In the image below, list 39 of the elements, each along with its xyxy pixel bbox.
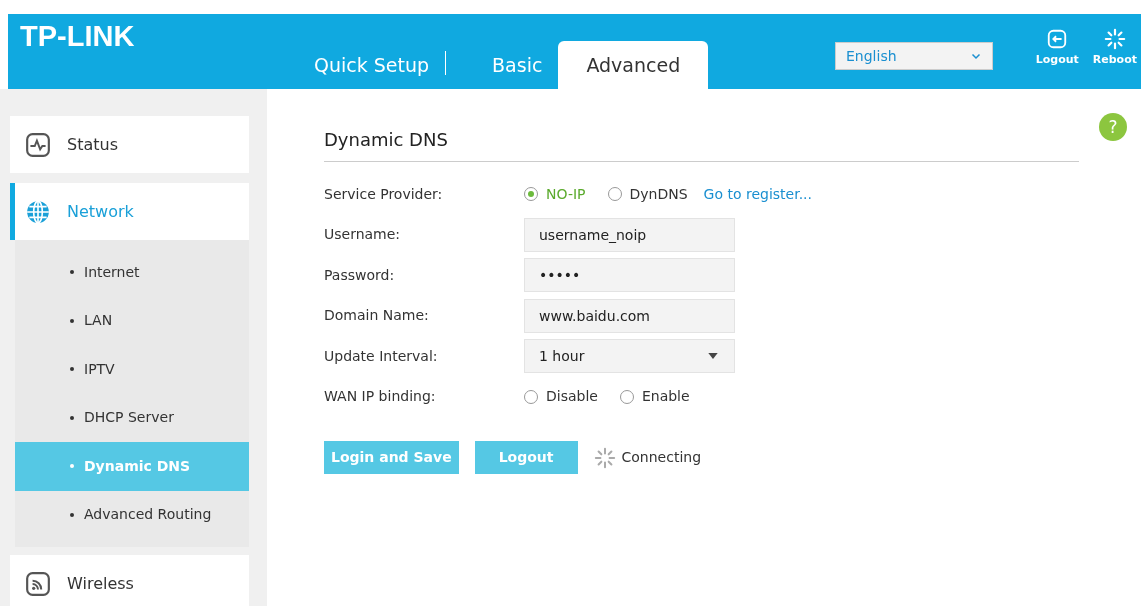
bullet-icon (70, 270, 74, 275)
bullet-icon (70, 512, 74, 517)
logo: TP-LINK (19, 19, 136, 54)
spinner-icon (593, 446, 616, 469)
dropdown-value: 1 hour (539, 346, 585, 366)
radio-option[interactable]: DynDNS (607, 183, 688, 205)
sidebar-item[interactable]: Status (10, 116, 249, 173)
bullet-icon (70, 415, 74, 420)
field-label: Domain Name: (324, 306, 430, 326)
field-label: WAN IP binding: (324, 387, 437, 407)
submenu-item[interactable]: DHCP Server (15, 393, 249, 442)
section-title: Dynamic DNS (324, 126, 1079, 162)
field-label: Password: (324, 265, 396, 285)
dropdown-field[interactable]: 1 hour (524, 339, 735, 374)
radio-option[interactable]: Disable (524, 386, 598, 408)
submenu-item[interactable]: LAN (15, 296, 249, 345)
bullet-icon (70, 318, 74, 323)
input-field[interactable]: username_noip (524, 217, 735, 252)
submenu-item[interactable]: IPTV (15, 345, 249, 394)
bullet-icon (70, 367, 74, 372)
signal-icon (25, 570, 51, 597)
submenu-item[interactable]: Internet (15, 248, 249, 297)
logout-icon (1046, 28, 1069, 50)
field-label: Username: (324, 225, 402, 245)
input-field[interactable]: ••••• (524, 258, 735, 293)
submenu-item[interactable]: Advanced Routing (15, 490, 249, 539)
globe-icon (25, 198, 51, 225)
language-value: English (846, 46, 897, 66)
field-label: Update Interval: (324, 346, 439, 366)
nav-tab[interactable]: Advanced (558, 41, 709, 89)
pulse-icon (25, 131, 51, 158)
radio-option[interactable]: Enable (619, 386, 690, 408)
register-link[interactable]: Go to register... (703, 183, 813, 205)
spinner-icon (1103, 28, 1126, 50)
status-text: Connecting (621, 448, 702, 467)
field-label: Service Provider: (324, 184, 444, 204)
input-field[interactable]: www.baidu.com (524, 298, 735, 333)
bullet-icon (70, 464, 74, 469)
sidebar-item[interactable]: Wireless (10, 555, 249, 606)
